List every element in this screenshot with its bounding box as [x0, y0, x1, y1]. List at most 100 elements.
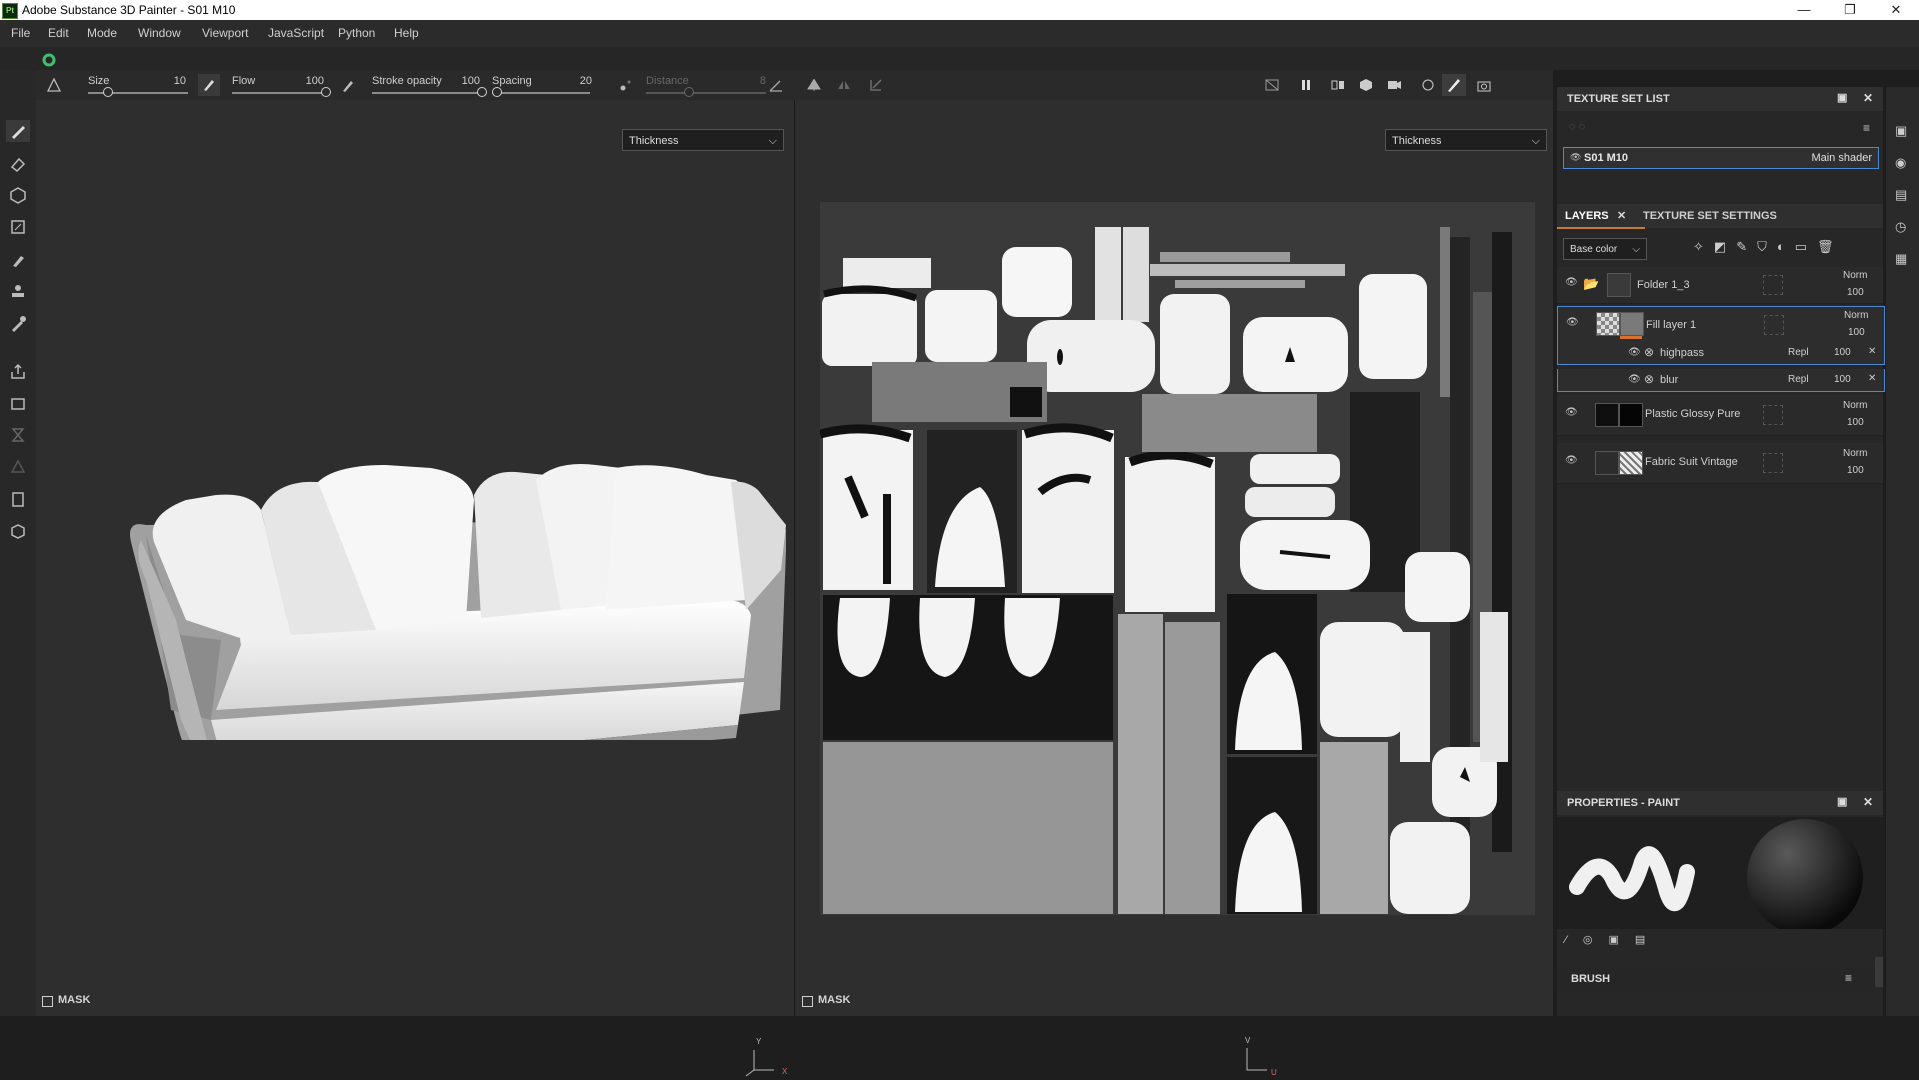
layer-name[interactable]: Fill layer 1 — [1646, 319, 1696, 331]
transform-icon[interactable] — [868, 77, 884, 93]
channel-dropdown-3d[interactable]: Thickness ⌵ — [622, 129, 784, 151]
flow-slider[interactable] — [232, 92, 326, 94]
effect-name[interactable]: highpass — [1660, 347, 1704, 359]
layer-row-folder[interactable]: 👁 📂 Folder 1_3 Norm 100 — [1557, 267, 1883, 304]
effect-blend[interactable]: Repl — [1788, 347, 1809, 358]
log-icon[interactable]: ▦ — [1895, 251, 1907, 267]
eraser-tool[interactable] — [6, 152, 30, 174]
blend-mode[interactable]: Norm — [1843, 400, 1867, 411]
mask-checkbox-3d[interactable] — [42, 996, 53, 1007]
effect-row-blur[interactable]: 👁 ⊗ blur Repl 100 ✕ — [1557, 369, 1885, 392]
add-paint-layer-icon[interactable]: ✎ — [1736, 239, 1757, 254]
eye-icon[interactable]: 👁 — [1565, 407, 1578, 418]
clone-tool[interactable] — [6, 280, 30, 302]
blend-mode[interactable]: Norm — [1843, 270, 1867, 281]
menu-file[interactable]: File — [11, 26, 30, 40]
eye-icon[interactable]: 👁 — [1628, 347, 1641, 358]
brush-menu-icon[interactable]: ≡ — [1845, 971, 1852, 985]
minimize-button[interactable]: — — [1781, 0, 1827, 20]
brush-tab-icon[interactable]: ⁄ — [1565, 934, 1583, 946]
tab-layers[interactable]: LAYERS — [1565, 210, 1609, 222]
distance-slider[interactable] — [646, 92, 766, 94]
sync-icon[interactable] — [42, 53, 56, 67]
box-tool[interactable] — [6, 520, 30, 542]
menu-icon[interactable]: ≡ — [1863, 121, 1870, 135]
undock-icon[interactable]: ▣ — [1837, 91, 1847, 104]
hide-overlay-icon[interactable] — [1264, 77, 1280, 93]
effect-opacity[interactable]: 100 — [1834, 347, 1851, 358]
brush-settings-icon[interactable] — [46, 77, 62, 93]
effect-blend[interactable]: Repl — [1788, 374, 1809, 385]
eye-icon[interactable]: 👁 — [1565, 455, 1578, 466]
size-value[interactable]: 10 — [156, 75, 186, 87]
symmetry-icon[interactable] — [806, 77, 822, 93]
layer-name[interactable]: Plastic Glossy Pure — [1645, 408, 1740, 420]
menu-edit[interactable]: Edit — [48, 26, 69, 40]
undock-icon[interactable]: ▣ — [1837, 795, 1847, 808]
layer-opacity[interactable]: 100 — [1848, 327, 1865, 338]
paint-tool[interactable] — [6, 120, 30, 142]
layer-mask-slot[interactable] — [1763, 405, 1783, 425]
menu-help[interactable]: Help — [394, 26, 419, 40]
radial-symmetry-icon[interactable] — [836, 77, 852, 93]
close-window-button[interactable]: ✕ — [1873, 0, 1919, 20]
flow-value[interactable]: 100 — [294, 75, 324, 87]
brush-section[interactable]: BRUSH ≡ — [1557, 967, 1875, 991]
add-fill-layer-icon[interactable]: ⛉ — [1757, 239, 1777, 254]
add-folder-icon[interactable]: ▭ — [1795, 239, 1817, 254]
maximize-button[interactable]: ❐ — [1827, 0, 1873, 20]
spacing-slider[interactable] — [492, 92, 590, 94]
viewport-3d[interactable]: Thickness ⌵ Y X MASK — [36, 100, 794, 1077]
bake-tool[interactable] — [6, 392, 30, 414]
layer-opacity[interactable]: 100 — [1847, 287, 1864, 298]
menu-python[interactable]: Python — [338, 26, 375, 40]
add-effect-icon[interactable]: ✧ — [1693, 239, 1714, 254]
pause-icon[interactable] — [1298, 77, 1314, 93]
blend-mode[interactable]: Norm — [1843, 448, 1867, 459]
stroke-opacity-value[interactable]: 100 — [450, 75, 480, 87]
layer-opacity[interactable]: 100 — [1847, 465, 1864, 476]
history-icon[interactable]: ◷ — [1895, 219, 1906, 235]
tab-texture-set-settings[interactable]: TEXTURE SET SETTINGS — [1643, 210, 1777, 222]
eye-icon[interactable]: 👁 — [1565, 277, 1578, 288]
mask-toggle-2d[interactable]: MASK — [802, 992, 902, 1012]
display-settings-icon[interactable]: ▣ — [1895, 123, 1907, 139]
close-panel-icon[interactable]: ✕ — [1863, 91, 1873, 105]
texture-set-row[interactable]: 👁 S01 M10 Main shader — [1563, 147, 1879, 169]
effect-row-highpass[interactable]: 👁 ⊗ highpass Repl 100 ✕ — [1557, 342, 1885, 365]
eye-icon[interactable]: 👁 — [1566, 317, 1579, 328]
delete-layer-icon[interactable]: 🗑 — [1817, 239, 1844, 254]
color-picker-tool[interactable] — [6, 312, 30, 334]
disabled-tool[interactable] — [6, 456, 30, 478]
uv-texture-map[interactable] — [820, 202, 1535, 915]
add-material-icon[interactable]: ◐ — [1777, 239, 1795, 254]
add-mask-icon[interactable]: ◩ — [1714, 239, 1736, 254]
layer-name[interactable]: Fabric Suit Vintage — [1645, 456, 1738, 468]
channel-dropdown-2d[interactable]: Thickness ⌵ — [1385, 129, 1547, 151]
lazy-mouse-icon[interactable] — [618, 77, 634, 93]
smudge-tool[interactable] — [6, 248, 30, 270]
camera-view-icon[interactable] — [1386, 77, 1402, 93]
layer-mask-slot[interactable] — [1763, 275, 1783, 295]
menu-javascript[interactable]: JavaScript — [268, 26, 324, 40]
sofa-model[interactable] — [86, 420, 786, 740]
viewport-2d[interactable]: Thickness ⌵ V U MASK — [795, 100, 1553, 1077]
export-tool[interactable] — [6, 360, 30, 382]
layer-row-fabric[interactable]: 👁 Fabric Suit Vintage Norm 100 — [1557, 443, 1883, 484]
channel-select[interactable]: Base color ⌵ — [1563, 238, 1647, 260]
distance-slider-handle[interactable] — [684, 87, 694, 97]
properties-scrollbar[interactable] — [1875, 957, 1883, 987]
3d-view-icon[interactable] — [1358, 77, 1374, 93]
blend-mode[interactable]: Norm — [1844, 310, 1868, 321]
stroke-opacity-slider[interactable] — [372, 92, 482, 94]
shader-name[interactable]: Main shader — [1811, 152, 1872, 164]
remove-effect-icon[interactable]: ✕ — [1868, 373, 1876, 384]
spacing-slider-handle[interactable] — [491, 87, 502, 97]
layer-mask-slot[interactable] — [1764, 315, 1784, 335]
environment-icon[interactable] — [1420, 77, 1436, 93]
remove-effect-icon[interactable]: ✕ — [1868, 346, 1876, 357]
layer-row-fill[interactable]: 👁 Fill layer 1 Norm 100 — [1557, 306, 1885, 344]
layer-mask-slot[interactable] — [1763, 453, 1783, 473]
flow-pressure-button[interactable] — [198, 74, 220, 96]
polygon-fill-tool[interactable] — [6, 216, 30, 238]
